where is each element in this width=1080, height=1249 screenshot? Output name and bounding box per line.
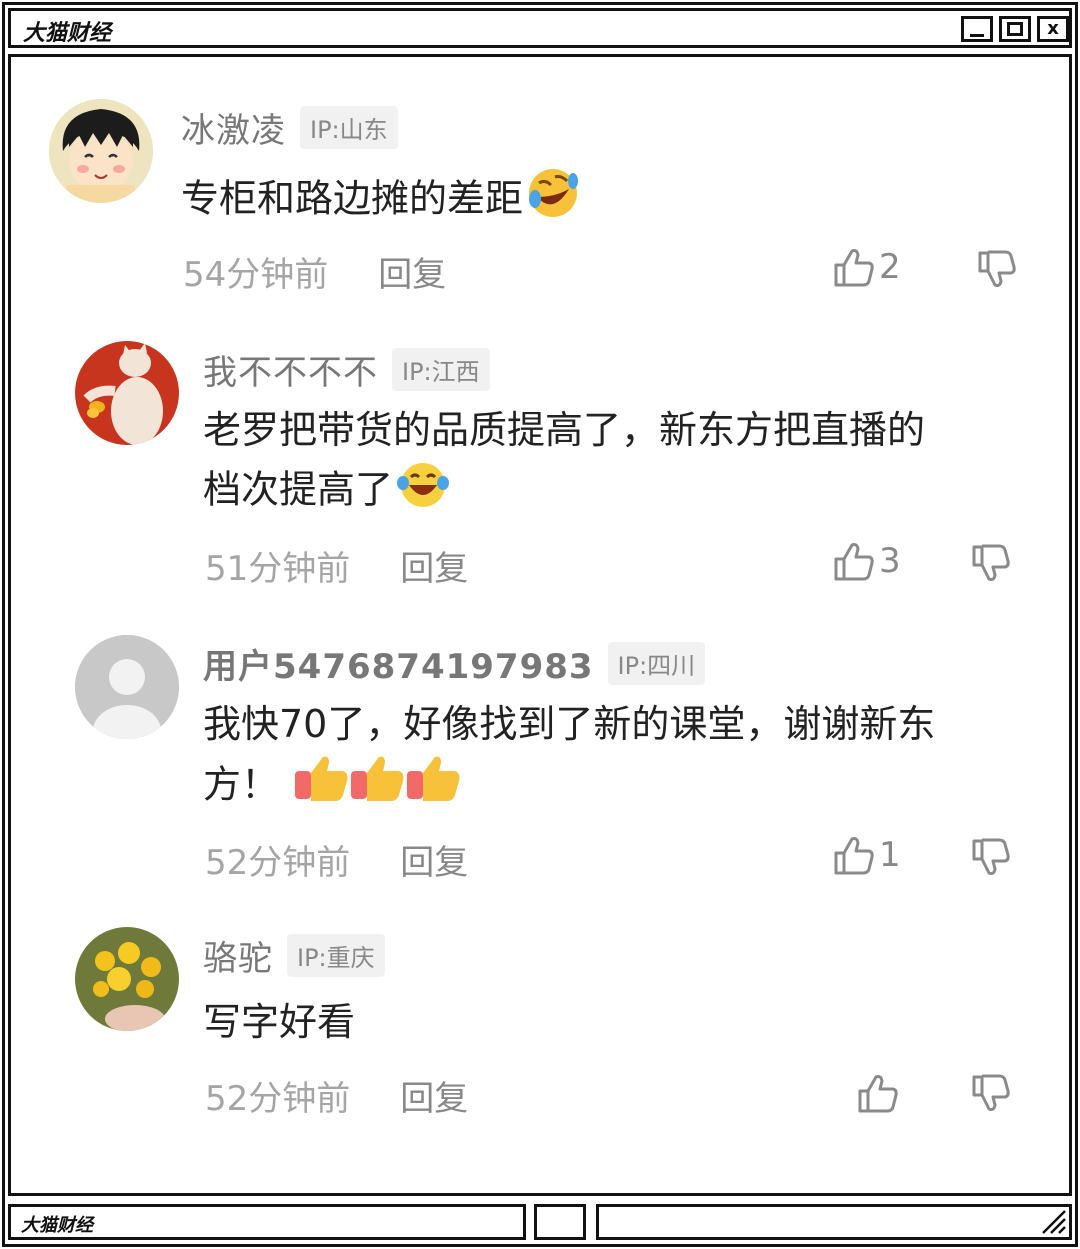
comment-text-line: 档次提高了 <box>203 467 394 512</box>
thumbs-up-icon <box>834 837 874 875</box>
like-count: 3 <box>879 541 901 581</box>
comment-body: 冰激凌 IP:山东 专柜和路边摊的差距 <box>181 105 581 235</box>
timestamp: 52分钟前 <box>205 1079 351 1119</box>
comment-meta: 51分钟前 回复 <box>205 541 468 590</box>
close-button[interactable]: x <box>1037 16 1069 42</box>
like-button[interactable]: 1 <box>833 835 901 875</box>
like-button[interactable] <box>857 1073 899 1113</box>
comment-text-line: 我快70了，好像找到了新的课堂，谢谢新东 <box>203 702 936 746</box>
avatar[interactable] <box>75 341 179 445</box>
like-button[interactable]: 2 <box>833 247 901 287</box>
comment-item: 用户5476874197983 IP:四川 我快70了，好像找到了新的课堂，谢谢… <box>11 615 1069 895</box>
comment-item: 我不不不不 IP:江西 老罗把带货的品质提高了，新东方把直播的 档次提高了 51… <box>11 317 1069 597</box>
timestamp: 54分钟前 <box>183 255 329 295</box>
dislike-button[interactable] <box>971 1073 1011 1117</box>
rofl-emoji-icon <box>525 167 581 235</box>
avatar[interactable] <box>75 635 179 739</box>
comment-text-line: 方！ <box>203 762 280 807</box>
reply-button[interactable]: 回复 <box>378 247 446 296</box>
thumbs-down-icon <box>972 544 1010 581</box>
comment-meta: 52分钟前 回复 <box>205 1071 468 1120</box>
avatar[interactable] <box>49 99 153 203</box>
title-bar: 大猫财经 x <box>8 8 1072 48</box>
maximize-icon <box>1007 22 1023 36</box>
yellow-flowers-avatar-icon <box>75 927 179 1031</box>
username[interactable]: 我不不不不 <box>203 345 378 394</box>
comment-list[interactable]: 冰激凌 IP:山东 专柜和路边摊的差距 54分钟前 回复 2 我不不不不 IP:… <box>8 54 1072 1196</box>
comment-meta: 54分钟前 回复 <box>183 247 446 296</box>
ip-badge: IP:江西 <box>392 347 490 391</box>
avatar[interactable] <box>75 927 179 1031</box>
dislike-button[interactable] <box>971 837 1011 881</box>
thumbs-up-icon <box>834 249 874 287</box>
window-title: 大猫财经 <box>23 21 112 46</box>
comment-body: 我不不不不 IP:江西 老罗把带货的品质提高了，新东方把直播的 档次提高了 <box>203 347 1063 525</box>
comment-body: 骆驼 IP:重庆 写字好看 <box>203 933 1063 1051</box>
timestamp: 52分钟前 <box>205 843 351 883</box>
ip-badge: IP:四川 <box>607 641 706 685</box>
thumbs-down-icon <box>978 250 1016 287</box>
thumbs-down-icon <box>972 1074 1010 1111</box>
username[interactable]: 用户5476874197983 <box>203 639 594 688</box>
like-button[interactable]: 3 <box>833 541 901 581</box>
minimize-icon <box>970 33 984 37</box>
timestamp: 51分钟前 <box>205 549 351 589</box>
close-icon: x <box>1047 18 1059 39</box>
maximize-button[interactable] <box>999 16 1031 42</box>
comment-item: 冰激凌 IP:山东 专柜和路边摊的差距 54分钟前 回复 2 <box>11 57 1069 297</box>
joy-emoji-icon <box>395 459 451 525</box>
dislike-button[interactable] <box>977 249 1017 293</box>
reply-button[interactable]: 回复 <box>400 1071 468 1120</box>
status-bar-middle <box>534 1204 586 1240</box>
thumbs-up-icon <box>834 543 874 581</box>
comment-text: 专柜和路边摊的差距 <box>181 167 581 235</box>
like-count: 1 <box>879 835 901 875</box>
comment-meta: 52分钟前 回复 <box>205 835 468 884</box>
comment-text: 写字好看 <box>203 1000 356 1044</box>
default-user-avatar-icon <box>75 635 179 739</box>
ip-badge: IP:山东 <box>300 105 398 149</box>
comment-text-line: 老罗把带货的品质提高了，新东方把直播的 <box>203 408 926 452</box>
comment-text-content: 专柜和路边摊的差距 <box>181 176 524 221</box>
ip-badge: IP:重庆 <box>287 933 385 977</box>
like-count: 2 <box>879 247 901 287</box>
status-bar-left: 大猫财经 <box>8 1204 526 1240</box>
thumbs-up-emoji-icon <box>293 753 463 821</box>
username[interactable]: 冰激凌 <box>181 103 286 152</box>
comment-text: 我快70了，好像找到了新的课堂，谢谢新东 方！ <box>203 695 1063 821</box>
reply-button[interactable]: 回复 <box>400 835 468 884</box>
thumbs-up-icon <box>858 1075 898 1113</box>
status-text: 大猫财经 <box>21 1215 93 1236</box>
dislike-button[interactable] <box>971 543 1011 587</box>
comment-body: 用户5476874197983 IP:四川 我快70了，好像找到了新的课堂，谢谢… <box>203 641 1063 821</box>
minimize-button[interactable] <box>961 16 993 42</box>
resize-grip-icon[interactable] <box>1037 1205 1067 1235</box>
status-bar-right <box>596 1204 1072 1240</box>
username[interactable]: 骆驼 <box>203 931 273 980</box>
comment-text: 老罗把带货的品质提高了，新东方把直播的 档次提高了 <box>203 401 1063 525</box>
thumbs-down-icon <box>972 838 1010 875</box>
comment-item: 骆驼 IP:重庆 写字好看 52分钟前 回复 <box>11 913 1069 1153</box>
reply-button[interactable]: 回复 <box>400 541 468 590</box>
cat-avatar-icon <box>75 341 179 445</box>
cartoon-girl-avatar-icon <box>49 99 153 203</box>
